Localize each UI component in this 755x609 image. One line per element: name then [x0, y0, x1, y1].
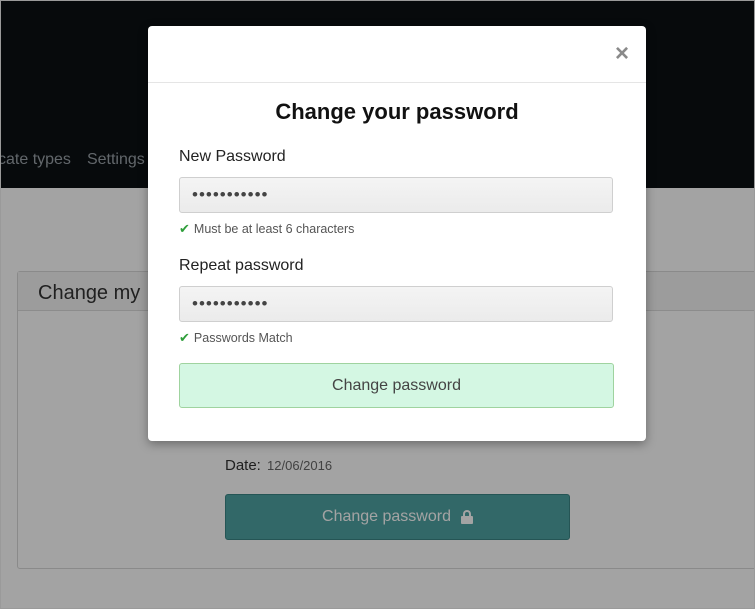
- modal-title: Change your password: [275, 99, 519, 124]
- app-window: cate types Settings Change my Date: 12/0…: [0, 0, 755, 609]
- repeat-password-label: Repeat password: [179, 257, 304, 274]
- check-icon: ✔: [179, 221, 190, 236]
- modal-header: ×: [148, 26, 646, 83]
- new-password-field[interactable]: •••••••••••: [179, 177, 613, 213]
- close-icon[interactable]: ×: [614, 42, 630, 66]
- repeat-password-field[interactable]: •••••••••••: [179, 286, 613, 322]
- check-icon: ✔: [179, 330, 190, 345]
- change-password-modal: × Change your password New Password ••••…: [148, 26, 646, 441]
- new-password-hint: ✔ Must be at least 6 characters: [179, 221, 354, 237]
- change-password-submit-button[interactable]: Change password: [179, 363, 614, 408]
- repeat-password-hint-text: Passwords Match: [193, 331, 293, 345]
- new-password-hint-text: Must be at least 6 characters: [193, 222, 355, 236]
- new-password-label: New Password: [179, 148, 286, 165]
- repeat-password-hint: ✔ Passwords Match: [179, 330, 293, 346]
